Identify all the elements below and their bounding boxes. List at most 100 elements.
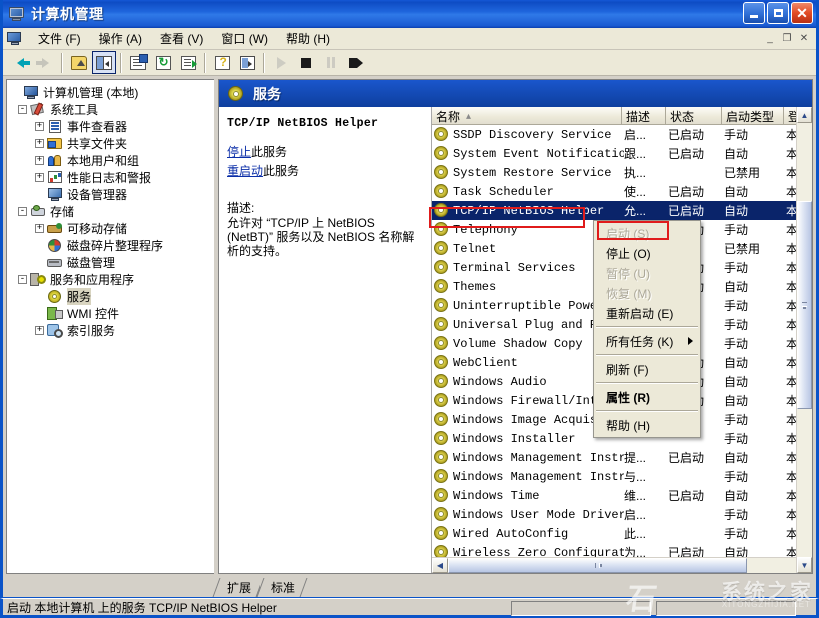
tree-item-label: 存储 bbox=[50, 203, 74, 220]
ctx-restart[interactable]: 重新启动 (E) bbox=[594, 303, 700, 323]
column-header-startup-type[interactable]: 启动类型 bbox=[722, 107, 784, 124]
stop-service-link[interactable]: 停止此服务 bbox=[227, 143, 423, 160]
show-detail-pane-icon[interactable] bbox=[235, 51, 259, 74]
tree-item-10[interactable]: - 服务和应用程序 bbox=[11, 271, 212, 288]
table-row[interactable]: Windows Management Instr...提...已启动自动本 bbox=[432, 448, 812, 467]
menu-help[interactable]: 帮助 (H) bbox=[277, 28, 339, 49]
cell-status: 已启动 bbox=[668, 544, 724, 557]
column-header-name[interactable]: 名称 ▴ bbox=[432, 107, 622, 124]
ctx-all-tasks[interactable]: 所有任务 (K) bbox=[594, 331, 700, 351]
close-button[interactable]: ✕ bbox=[791, 2, 813, 24]
mdi-minimize-button[interactable]: _ bbox=[762, 31, 778, 46]
result-pane-body: TCP/IP NetBIOS Helper 停止此服务 重启动此服务 描述: 允… bbox=[219, 107, 812, 573]
help-icon[interactable] bbox=[210, 51, 234, 74]
scroll-up-icon[interactable]: ▲ bbox=[797, 107, 812, 123]
table-row[interactable]: TCP/IP NetBIOS Helper允...已启动自动本 bbox=[432, 201, 812, 220]
tree-item-2[interactable]: + 共享文件夹 bbox=[11, 135, 212, 152]
table-row[interactable]: SSDP Discovery Service启...已启动手动本 bbox=[432, 125, 812, 144]
hscroll-thumb[interactable] bbox=[448, 558, 747, 573]
scroll-left-icon[interactable]: ◀ bbox=[432, 558, 448, 573]
mdi-restore-button[interactable]: ❐ bbox=[779, 31, 795, 46]
table-row[interactable]: Wireless Zero Configuration为...已启动自动本 bbox=[432, 543, 812, 557]
ctx-refresh[interactable]: 刷新 (F) bbox=[594, 359, 700, 379]
table-row[interactable]: Windows Time维...已启动自动本 bbox=[432, 486, 812, 505]
table-row[interactable]: Wired AutoConfig此...手动本 bbox=[432, 524, 812, 543]
properties-icon[interactable] bbox=[126, 51, 150, 74]
refresh-icon[interactable] bbox=[151, 51, 175, 74]
collapse-expander-icon[interactable]: - bbox=[18, 105, 27, 114]
back-arrow-icon[interactable] bbox=[8, 51, 32, 74]
menu-window[interactable]: 窗口 (W) bbox=[212, 28, 277, 49]
minimize-button[interactable] bbox=[743, 2, 765, 24]
expand-expander-icon[interactable]: + bbox=[35, 139, 44, 148]
table-row[interactable]: Windows Management Instr...与...手动本 bbox=[432, 467, 812, 486]
expand-expander-icon[interactable]: + bbox=[35, 156, 44, 165]
tree-root-node[interactable]: 计算机管理 (本地) bbox=[11, 84, 212, 101]
tree-item-label: WMI 控件 bbox=[67, 305, 119, 322]
collapse-expander-icon[interactable]: - bbox=[18, 275, 27, 284]
cell-desc: 为... bbox=[624, 544, 668, 557]
show-hide-tree-icon[interactable] bbox=[92, 51, 116, 74]
tree-item-label: 服务和应用程序 bbox=[50, 271, 134, 288]
tree-item-6[interactable]: - 存储 bbox=[11, 203, 212, 220]
tree-item-11[interactable]: 服务 bbox=[11, 288, 212, 305]
vscroll-thumb[interactable] bbox=[797, 201, 812, 409]
up-folder-icon[interactable] bbox=[67, 51, 91, 74]
context-menu-separator bbox=[596, 410, 698, 412]
console-tree-pane[interactable]: 计算机管理 (本地) -系统工具+事件查看器+共享文件夹+本地用户和组+性能日志… bbox=[6, 79, 214, 574]
export-list-icon[interactable] bbox=[176, 51, 200, 74]
service-context-menu[interactable]: 启动 (S)停止 (O)暂停 (U)恢复 (M)重新启动 (E)所有任务 (K)… bbox=[593, 220, 701, 438]
restart-service-icon[interactable] bbox=[344, 51, 368, 74]
ctx-properties[interactable]: 属性 (R) bbox=[594, 387, 700, 407]
stop-service-icon[interactable] bbox=[294, 51, 318, 74]
restart-service-link[interactable]: 重启动此服务 bbox=[227, 162, 423, 179]
cell-startup: 手动 bbox=[724, 525, 786, 542]
tree-item-1[interactable]: +事件查看器 bbox=[11, 118, 212, 135]
status-bar-panel-2 bbox=[656, 601, 796, 616]
cell-name: Windows User Mode Driver... bbox=[452, 508, 624, 522]
tree-item-label: 共享文件夹 bbox=[67, 135, 127, 152]
tree-item-label: 系统工具 bbox=[50, 101, 98, 118]
tree-item-4[interactable]: +性能日志和警报 bbox=[11, 169, 212, 186]
list-vertical-scrollbar[interactable]: ▲ ▼ bbox=[796, 107, 812, 573]
scroll-down-icon[interactable]: ▼ bbox=[797, 557, 812, 573]
disk-management-icon bbox=[47, 255, 64, 270]
menu-file[interactable]: 文件 (F) bbox=[29, 28, 90, 49]
tab-standard[interactable]: 标准 bbox=[260, 578, 304, 597]
cell-status: 已启动 bbox=[668, 487, 724, 504]
expand-expander-icon[interactable]: + bbox=[35, 326, 44, 335]
computer-management-window: 计算机管理 ✕ 文件 (F) 操作 (A) 查看 (V) 窗口 (W) 帮助 (… bbox=[0, 0, 819, 618]
expand-expander-icon[interactable]: + bbox=[35, 122, 44, 131]
table-row[interactable]: Windows User Mode Driver...启...手动本 bbox=[432, 505, 812, 524]
tree-item-7[interactable]: +可移动存储 bbox=[11, 220, 212, 237]
maximize-button[interactable] bbox=[767, 2, 789, 24]
vscroll-track[interactable] bbox=[797, 123, 812, 557]
collapse-expander-icon[interactable]: - bbox=[18, 207, 27, 216]
ctx-start: 启动 (S) bbox=[594, 223, 700, 243]
mdi-close-button[interactable]: ✕ bbox=[796, 31, 812, 46]
menu-action[interactable]: 操作 (A) bbox=[90, 28, 151, 49]
tree-item-0[interactable]: - 系统工具 bbox=[11, 101, 212, 118]
menu-view[interactable]: 查看 (V) bbox=[151, 28, 212, 49]
tree-item-9[interactable]: 磁盘管理 bbox=[11, 254, 212, 271]
table-row[interactable]: Task Scheduler使...已启动自动本 bbox=[432, 182, 812, 201]
table-row[interactable]: System Restore Service执...已禁用本 bbox=[432, 163, 812, 182]
table-row[interactable]: System Event Notification跟...已启动自动本 bbox=[432, 144, 812, 163]
expand-expander-icon[interactable]: + bbox=[35, 173, 44, 182]
ctx-stop[interactable]: 停止 (O) bbox=[594, 243, 700, 263]
ctx-help[interactable]: 帮助 (H) bbox=[594, 415, 700, 435]
tree-item-3[interactable]: +本地用户和组 bbox=[11, 152, 212, 169]
tree-item-12[interactable]: WMI 控件 bbox=[11, 305, 212, 322]
service-detail-pane: TCP/IP NetBIOS Helper 停止此服务 重启动此服务 描述: 允… bbox=[219, 107, 432, 573]
list-horizontal-scrollbar[interactable]: ◀ ▶ bbox=[432, 557, 812, 573]
tree-item-13[interactable]: +索引服务 bbox=[11, 322, 212, 339]
column-header-status[interactable]: 状态 bbox=[666, 107, 722, 124]
expand-expander-icon[interactable]: + bbox=[35, 224, 44, 233]
tree-item-5[interactable]: 设备管理器 bbox=[11, 186, 212, 203]
tree-item-8[interactable]: 磁盘碎片整理程序 bbox=[11, 237, 212, 254]
tab-extended[interactable]: 扩展 bbox=[216, 578, 260, 597]
column-header-description[interactable]: 描述 bbox=[622, 107, 666, 124]
title-bar[interactable]: 计算机管理 ✕ bbox=[3, 0, 816, 28]
hscroll-track[interactable] bbox=[448, 558, 796, 573]
cell-startup: 自动 bbox=[724, 392, 786, 409]
